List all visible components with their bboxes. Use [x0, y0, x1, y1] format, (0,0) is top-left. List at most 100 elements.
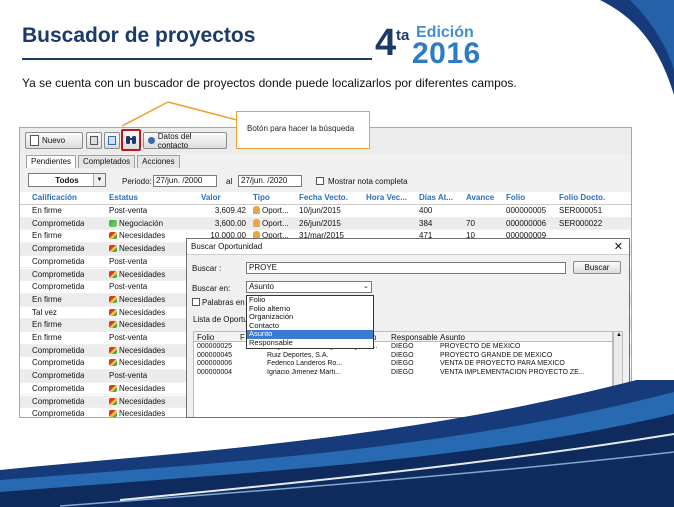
result-org: Federico Landeros Ro...	[267, 360, 343, 367]
export-icon	[108, 136, 116, 145]
tab-pendientes[interactable]: Pendientes	[26, 155, 77, 168]
search-field-select[interactable]: Asunto ⌄	[246, 281, 372, 293]
cell-cal-text: Comprometida	[32, 218, 85, 228]
cell-folio: 000000006	[506, 219, 546, 228]
col-folio[interactable]: Folio	[506, 193, 525, 202]
search-field-options: Folio Folio alterno Organización Contacto As…	[246, 295, 374, 349]
cell-est: Post-venta	[109, 282, 147, 291]
table-row[interactable]: En firme Post-venta 3,609.42 Oport... 10/jun…	[20, 205, 631, 218]
cell-est-text: Necesidades	[119, 307, 166, 317]
table-row[interactable]: Comprometida Negociación 3,600.00 Oport... 2…	[20, 217, 631, 231]
cell-folio-text: 000000005	[506, 206, 547, 215]
contact-data-button[interactable]: Datos del contacto	[143, 132, 227, 150]
result-org: Ruiz Deportes, S.A.	[267, 351, 329, 359]
needs-icon	[109, 346, 117, 354]
show-all-checkbox[interactable]	[316, 176, 324, 185]
search-submit-button[interactable]: Buscar	[573, 261, 621, 274]
dialog-title: Buscar Oportunidad	[191, 242, 263, 251]
cell-est-text: Post-venta	[109, 333, 148, 342]
col-calificacion[interactable]: Calificación	[32, 193, 77, 202]
search-input[interactable]: PROYE	[246, 262, 566, 274]
tab-acciones[interactable]: Acciones	[137, 155, 180, 168]
needs-icon	[109, 270, 117, 278]
scope-select[interactable]: Todos ▼	[28, 173, 106, 187]
printer-icon	[90, 136, 98, 145]
needs-icon	[109, 295, 117, 303]
cell-est: Necesidades	[109, 231, 165, 240]
cell-cal: Comprometida	[32, 358, 84, 367]
col-avance[interactable]: Avance	[466, 193, 494, 202]
grid-header: Calificación Estatus Valor Tipo Fecha Ve…	[20, 192, 631, 205]
cell-est-text: Necesidades	[119, 231, 166, 241]
res-col-folio[interactable]: Folio	[197, 333, 214, 342]
result-folio: 000000045	[197, 351, 233, 359]
palabras-checkbox[interactable]	[192, 297, 200, 306]
buscar-en-label: Buscar en:	[192, 284, 231, 293]
cell-est: Necesidades	[109, 270, 165, 279]
result-folio: 000000025	[197, 343, 233, 350]
result-org: Ignacio Jimenez Marti...	[267, 368, 341, 376]
needs-icon	[109, 245, 117, 253]
col-dias-at[interactable]: Días At...	[419, 193, 453, 202]
res-col-asunto[interactable]: Asunto	[440, 333, 465, 342]
cell-cal: Comprometida	[32, 371, 84, 380]
cell-cal: Comprometida	[32, 219, 84, 228]
result-resp: DIEGO	[391, 368, 414, 376]
cell-avance: 70	[466, 219, 475, 228]
contact-icon	[148, 137, 155, 144]
cell-est: Necesidades	[109, 346, 165, 355]
period-to-value: 27/jun. /2020	[241, 176, 288, 185]
cell-cal: En firme	[32, 333, 62, 342]
cell-est: Necesidades	[109, 308, 165, 317]
cell-est-text: Post-venta	[109, 206, 148, 215]
cell-est-text: Necesidades	[119, 294, 166, 304]
result-row[interactable]: 000000004 Ignacio Jimenez Marti... DIEGO VE…	[194, 369, 612, 378]
cell-est-text: Negociación	[119, 218, 164, 228]
export-button[interactable]	[104, 132, 120, 149]
cell-docto: SER000051	[559, 206, 602, 215]
col-tipo[interactable]: Tipo	[253, 193, 270, 202]
cell-cal: En firme	[32, 295, 62, 304]
cell-tipo-text: Oport...	[262, 218, 289, 228]
tab-completados[interactable]: Completados	[78, 155, 136, 168]
search-input-value: PROYE	[249, 263, 278, 272]
cell-tipo-text: Oport...	[262, 206, 289, 215]
tab-strip: Pendientes Completados Acciones	[26, 155, 182, 168]
new-button[interactable]: Nuevo	[25, 132, 83, 149]
cell-tipo: Oport...	[253, 206, 289, 215]
intro-text: Ya se cuenta con un buscador de proyecto…	[22, 76, 517, 90]
result-resp: DIEGO	[391, 351, 414, 359]
result-row[interactable]: 000000006 Federico Landeros Ro... DIEGO VEN…	[194, 360, 612, 369]
opportunity-icon	[253, 206, 260, 214]
cell-cal-text: En firme	[32, 294, 62, 304]
cell-dias: 384	[419, 219, 432, 228]
col-hora-vec[interactable]: Hora Vec...	[366, 193, 407, 202]
col-estatus[interactable]: Estatus	[109, 193, 138, 202]
cell-avance-text: 70	[466, 218, 475, 228]
cell-cal-text: Tal vez	[32, 307, 57, 317]
result-row[interactable]: 000000045 Ruiz Deportes, S.A. DIEGO PROYECT…	[194, 352, 612, 361]
cell-est: Post-venta	[109, 333, 147, 342]
cell-cal: Comprometida	[32, 282, 84, 291]
cell-folio-text: 000000006	[506, 218, 547, 228]
search-button[interactable]	[121, 129, 141, 151]
chevron-down-icon: ⌄	[363, 283, 369, 290]
print-button[interactable]	[86, 132, 102, 149]
cell-cal-text: Comprometida	[32, 244, 85, 254]
cell-cal: En firme	[32, 206, 62, 215]
col-valor[interactable]: Valor	[201, 193, 221, 202]
scroll-up-icon[interactable]: ▲	[616, 332, 622, 338]
col-folio-docto[interactable]: Folio Docto.	[559, 193, 605, 202]
search-field-option[interactable]: Responsable	[247, 338, 373, 348]
period-to-field[interactable]: 27/jun. /2020	[238, 175, 302, 187]
res-col-organizacion[interactable]: F	[240, 333, 245, 342]
res-col-responsable[interactable]: Responsable	[391, 333, 438, 342]
negotiation-icon	[109, 219, 117, 227]
opportunity-icon	[253, 218, 260, 227]
period-from-field[interactable]: 27/jun. /2000	[153, 175, 217, 187]
close-icon[interactable]: ✕	[614, 240, 623, 253]
col-fecha-vecto[interactable]: Fecha Vecto.	[299, 193, 348, 202]
cell-est-text: Necesidades	[119, 269, 166, 279]
cell-cal-text: Comprometida	[32, 358, 85, 368]
result-asunto: PROYECTO GRANDE DE MEXICO	[440, 351, 553, 359]
